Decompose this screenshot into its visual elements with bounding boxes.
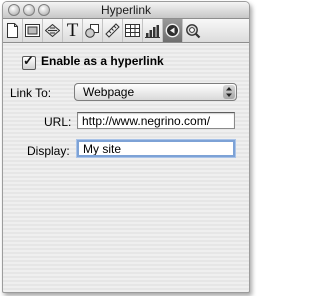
inspector-window: Hyperlink T ✓ Enable as a hyperlink Link… <box>2 1 250 293</box>
hyperlink-icon <box>165 23 180 38</box>
window-title: Hyperlink <box>100 3 151 17</box>
url-label: URL: <box>44 115 72 129</box>
inspector-toolbar: T <box>3 19 249 43</box>
display-label: Display: <box>27 144 70 158</box>
link-to-label: Link To: <box>10 86 52 100</box>
text-format-icon: T <box>66 20 79 41</box>
bar-chart-icon <box>145 24 160 38</box>
magnifier-icon <box>185 23 200 38</box>
wrap-inspector-button[interactable] <box>43 19 63 42</box>
metrics-inspector-button[interactable] <box>103 19 123 42</box>
layout-inspector-button[interactable] <box>23 19 43 42</box>
enable-hyperlink-checkbox[interactable]: ✓ <box>22 53 36 70</box>
link-to-value: Webpage <box>83 85 135 99</box>
text-wrap-icon <box>45 24 60 37</box>
table-inspector-button[interactable] <box>123 19 143 42</box>
enable-hyperlink-label: Enable as a hyperlink <box>41 54 164 68</box>
page-layout-icon <box>25 24 40 37</box>
url-field[interactable] <box>77 112 235 129</box>
table-icon <box>125 24 140 37</box>
chart-inspector-button[interactable] <box>143 19 163 42</box>
quicktime-inspector-button[interactable] <box>183 19 202 42</box>
select-arrows-icon <box>223 85 235 99</box>
display-field[interactable] <box>77 140 235 157</box>
document-inspector-button[interactable] <box>3 19 23 42</box>
document-icon <box>7 23 18 38</box>
title-bar: Hyperlink <box>3 2 249 19</box>
shapes-icon <box>85 24 99 38</box>
graphic-inspector-button[interactable] <box>83 19 103 42</box>
checkmark-icon: ✓ <box>23 53 34 68</box>
ruler-icon <box>105 23 120 38</box>
text-inspector-button[interactable]: T <box>63 19 83 42</box>
hyperlink-inspector-button[interactable] <box>163 19 183 42</box>
link-to-select[interactable]: Webpage <box>74 83 237 101</box>
